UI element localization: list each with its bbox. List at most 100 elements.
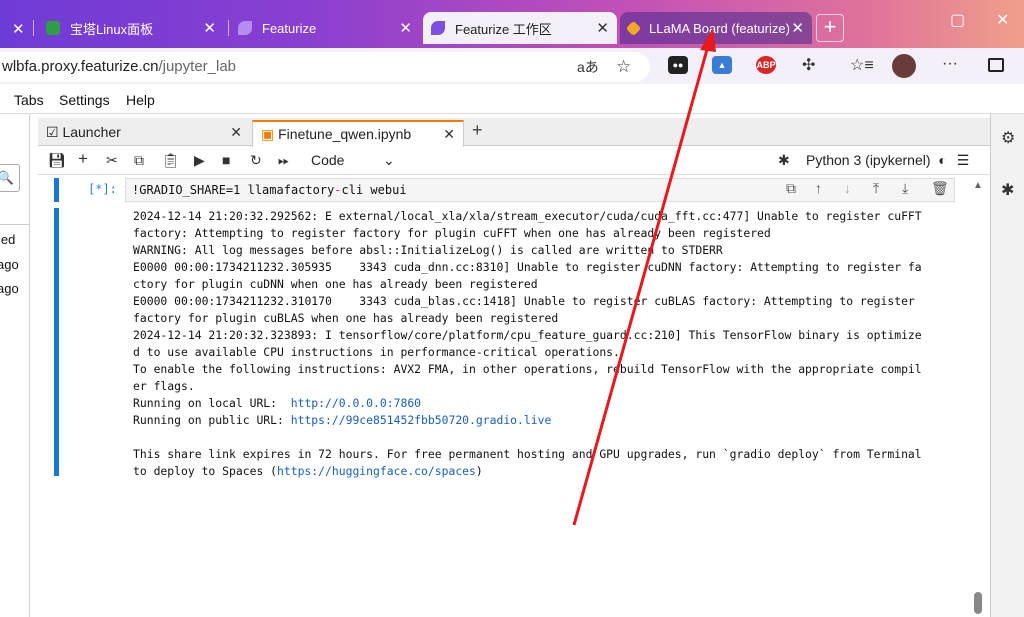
tab-launcher[interactable]: ☑ Launcher ✕ [38,120,250,146]
browser-tab-bt-panel[interactable]: 宝塔Linux面板 ✕ [38,12,224,44]
property-inspector-gear-icon[interactable]: ⚙ [1001,128,1015,148]
debugger-bug-icon[interactable]: ✱ [778,152,790,169]
notebook-cells: [*]: !GRADIO_SHARE=1 llamafactory-cli we… [38,176,990,617]
input-collapser[interactable] [54,178,59,202]
notebook-toolbar: 💾︎ + ✂ ⧉ 📋︎ ▶ ■ ↻ ⏩︎ Code ⌄ ✱ Python 3 (… [38,147,990,175]
browser-tab-featurize[interactable]: Featurize ✕ [230,12,420,44]
tab-label: Featurize [262,20,317,36]
file-modified-header[interactable]: ied [0,232,15,247]
local-url-link[interactable]: http://0.0.0.0:7860 [291,396,421,410]
favorites-list-icon[interactable]: ☆≡ [850,55,874,75]
tab-close-icon[interactable]: ✕ [791,19,804,37]
tab-close-icon[interactable]: ✕ [596,19,609,37]
address-bar[interactable]: wlbfa.proxy.featurize.cn/jupyter_lab aあ … [0,52,650,82]
share-note: This share link expires in 72 hours. For… [133,447,922,461]
output-line: E0000 00:00:1734211232.305935 3343 cuda_… [133,260,922,274]
menu-help[interactable]: Help [126,92,155,108]
scroll-up-arrow[interactable]: ▲ [973,180,983,191]
tab-label: Featurize 工作区 [455,21,552,37]
extension-icon[interactable]: ●● [668,56,688,74]
search-icon[interactable]: 🔍 [0,164,20,192]
output-line: d to use available CPU instructions in p… [133,345,620,359]
code-operator: - [334,183,342,197]
bt-panel-icon [46,21,60,35]
kernel-busy-icon: ◐ [938,152,947,168]
scrollbar-thumb[interactable] [974,592,982,614]
tab-label: 宝塔Linux面板 [70,21,154,37]
copy-icon[interactable]: ⧉ [134,152,144,169]
adblock-icon[interactable]: ABP [756,56,776,74]
output-line: factory for plugin cuBLAS when one has a… [133,311,559,325]
share-note: ) [475,464,483,478]
tab-close-icon[interactable]: ✕ [399,19,412,37]
code-cell-input[interactable]: !GRADIO_SHARE=1 llamafactory-cli webui [125,178,955,202]
browser-tab-featurize-workspace[interactable]: Featurize 工作区 ✕ [423,12,617,44]
code-text: cli webui [341,183,407,197]
url-host: wlbfa.proxy.featurize.cn [2,58,159,75]
featurize-icon [431,21,445,35]
stop-icon[interactable]: ■ [222,152,230,168]
notebook-tab-bar: ☑ Launcher ✕ ▣ Finetune_qwen.ipynb ✕ + [38,118,990,147]
tab-separator [228,20,229,36]
output-line: er flags. [133,379,195,393]
output-log-lines: 2024-12-14 21:20:32.292562: E external/l… [133,208,963,395]
jupyter-menubar: Tabs Settings Help [0,84,1024,114]
execution-prompt: [*]: [88,182,117,196]
favorite-star-icon[interactable]: ☆ [616,52,631,82]
insert-below-icon[interactable]: ⤓ [902,180,908,197]
run-icon[interactable]: ▶ [194,152,205,169]
menu-settings[interactable]: Settings [59,92,110,108]
file-modified-value: ago [0,257,19,272]
spaces-link[interactable]: https://huggingface.co/spaces [277,464,476,478]
tab-close-icon[interactable]: ✕ [12,20,25,38]
output-line: 2024-12-14 21:20:32.292562: E external/l… [133,209,922,223]
restore-icon[interactable]: ▢ [950,10,965,30]
output-collapser[interactable] [54,208,59,476]
kernel-status[interactable]: Python 3 (ipykernel) ◐ ☰ [806,152,969,169]
delete-cell-icon[interactable]: 🗑︎ [931,180,949,197]
sidebar-toggle-icon[interactable] [988,58,1004,72]
duplicate-cell-icon[interactable]: ⧉ [786,180,796,197]
launcher-icon: ☑ [46,124,59,140]
share-note: to deploy to Spaces ( [133,464,278,478]
extensions-puzzle-icon[interactable]: ✣ [802,55,815,75]
notebook-icon: ▣ [261,126,275,142]
tab-separator [33,20,34,36]
restart-icon[interactable]: ↻ [250,152,262,169]
profile-avatar[interactable] [892,54,916,78]
tab-label: LLaMA Board (featurize) [649,20,790,36]
menu-hamburger-icon[interactable]: ☰ [957,152,970,168]
new-tab-button[interactable]: + [816,14,844,42]
add-tab-icon[interactable]: + [472,120,483,141]
local-url-label: Running on local URL: [133,396,291,410]
move-down-icon[interactable]: ↓ [844,180,851,196]
cell-type-value: Code [311,152,345,168]
cell-output: 2024-12-14 21:20:32.292562: E external/l… [133,208,963,480]
insert-cell-icon[interactable]: + [78,149,88,169]
run-all-icon[interactable]: ⏩︎ [278,152,289,169]
tab-finetune-notebook[interactable]: ▣ Finetune_qwen.ipynb ✕ [252,120,464,147]
more-menu-icon[interactable]: ··· [942,55,958,73]
code-text: !GRADIO_SHARE=1 llamafactory [132,183,335,197]
divider [0,224,30,225]
close-window-icon[interactable]: ✕ [996,10,1009,30]
cell-type-select[interactable]: Code ⌄ [311,152,401,168]
menu-tabs[interactable]: Tabs [14,92,44,108]
tab-close-icon[interactable]: ✕ [443,122,455,146]
output-line: factory: Attempting to register factory … [133,226,771,240]
cut-icon[interactable]: ✂ [106,152,118,169]
insert-above-icon[interactable]: ⤒ [873,180,879,197]
paste-icon[interactable]: 📋︎ [162,152,180,169]
read-aloud-icon[interactable]: aあ [577,52,599,82]
extension-icon[interactable]: ▲ [712,56,732,74]
file-modified-value: ago [0,281,19,296]
debugger-bug-icon[interactable]: ✱ [1001,180,1014,200]
save-icon[interactable]: 💾︎ [48,152,66,169]
public-url-link[interactable]: https://99ce851452fbb50720.gradio.live [291,413,552,427]
public-url-label: Running on public URL: [133,413,291,427]
browser-tab-llama-board[interactable]: LLaMA Board (featurize) ✕ [620,12,812,44]
move-up-icon[interactable]: ↑ [815,180,822,196]
featurize-icon [238,21,252,35]
tab-close-icon[interactable]: ✕ [203,19,216,37]
tab-close-icon[interactable]: ✕ [230,120,242,144]
